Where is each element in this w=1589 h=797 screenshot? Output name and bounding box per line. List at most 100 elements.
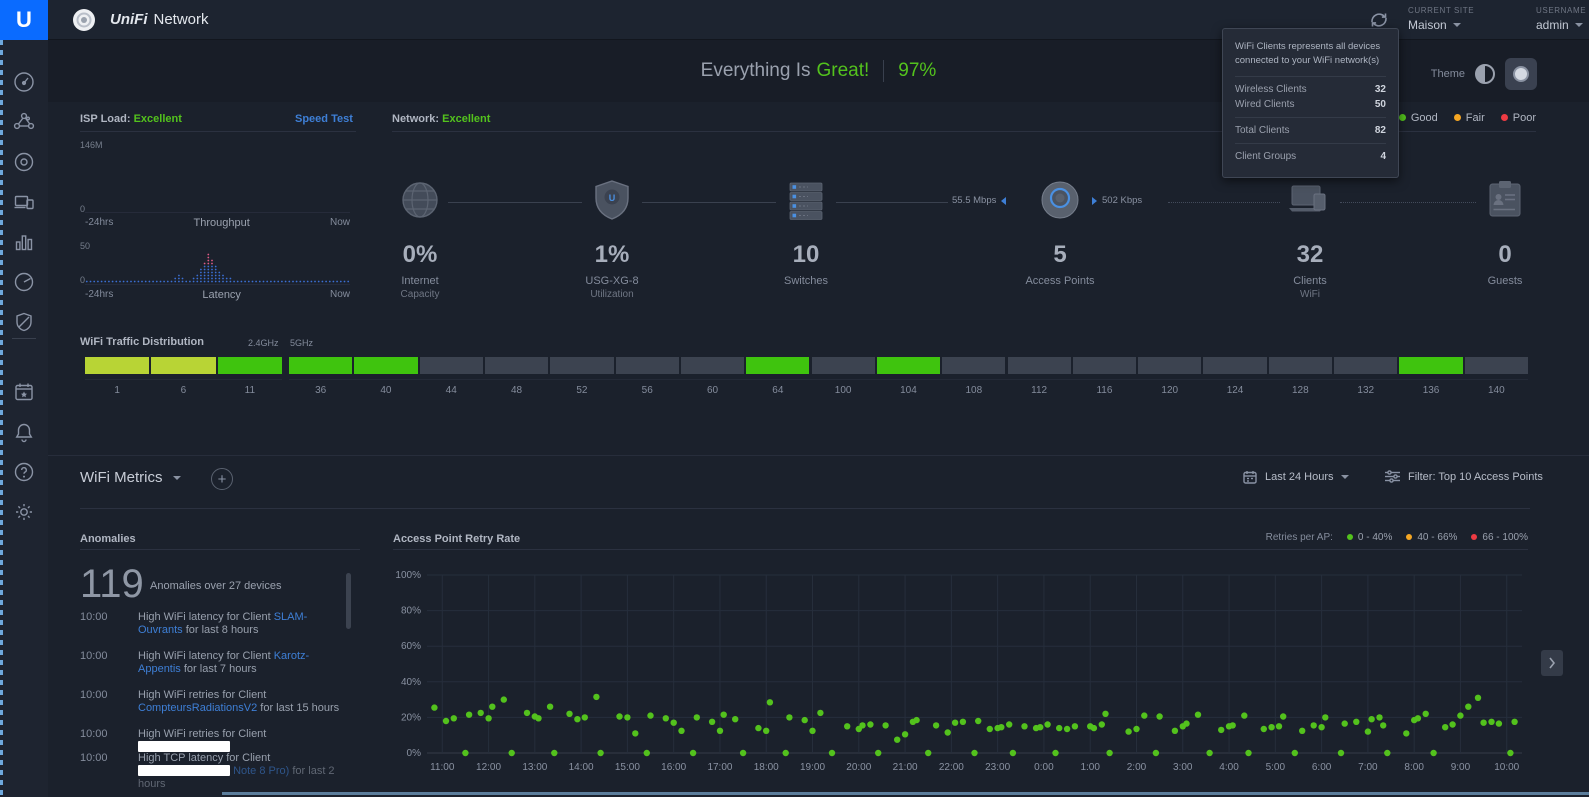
device-node-switches[interactable]: 10Switches: [736, 178, 876, 287]
legend-item-good: Good: [1399, 112, 1438, 124]
band-24ghz-label: 2.4GHz: [248, 338, 279, 348]
wan-download-speed: 55.5 Mbps: [952, 195, 1006, 206]
sidebar-item-insights[interactable]: [10, 268, 38, 296]
svg-text:11:00: 11:00: [430, 762, 455, 773]
username-label: USERNAME: [1536, 6, 1586, 15]
statistics-icon: [12, 230, 36, 254]
channel-60-label: 60: [681, 385, 744, 396]
ubiquiti-logo[interactable]: U: [0, 0, 48, 40]
channel-132-segment[interactable]: [1334, 357, 1397, 374]
svg-text:20%: 20%: [401, 712, 421, 723]
channel-56-segment[interactable]: [616, 357, 679, 374]
connector-dotted-line: [1168, 202, 1280, 203]
anomaly-text: High WiFi latency for Client Karotz-Appe…: [138, 650, 346, 676]
redacted-client-name: [138, 741, 230, 752]
channel-11-segment[interactable]: [218, 357, 282, 374]
channel-64-segment[interactable]: [746, 357, 809, 374]
site-selector[interactable]: CURRENT SITE Maison: [1408, 6, 1474, 32]
channel-48-segment[interactable]: [485, 357, 548, 374]
svg-text:10:00: 10:00: [1494, 762, 1519, 773]
wifi-metrics-dropdown[interactable]: WiFi Metrics: [80, 469, 181, 486]
latency-mini-chart: [85, 247, 350, 284]
alerts-icon: [12, 420, 36, 444]
channel-52-segment[interactable]: [550, 357, 613, 374]
channel-128-segment[interactable]: [1269, 357, 1332, 374]
client-link[interactable]: CompteursRadiationsV2: [138, 702, 257, 714]
chevron-down-icon: [1453, 23, 1461, 27]
svg-text:80%: 80%: [401, 606, 421, 617]
sidebar-item-topology[interactable]: [10, 108, 38, 136]
channel-124-segment[interactable]: [1203, 357, 1266, 374]
svg-text:0:00: 0:00: [1034, 762, 1054, 773]
device-value: 1%: [542, 241, 682, 269]
channel-40-label: 40: [354, 385, 417, 396]
svg-text:60%: 60%: [401, 641, 421, 652]
sidebar-item-dashboard[interactable]: [10, 68, 38, 96]
calendar-icon: [1243, 470, 1257, 484]
device-label: Guests: [1435, 275, 1575, 287]
channel-104-segment[interactable]: [877, 357, 940, 374]
connector-line: [836, 202, 948, 203]
channel-36-label: 36: [289, 385, 352, 396]
sidebar-item-settings[interactable]: [10, 498, 38, 526]
device-value: 10: [736, 241, 876, 269]
channel-40-segment[interactable]: [354, 357, 417, 374]
channel-136-segment[interactable]: [1399, 357, 1462, 374]
channel-116-segment[interactable]: [1073, 357, 1136, 374]
chevron-down-icon: [173, 476, 181, 480]
speed-test-link[interactable]: Speed Test: [295, 113, 353, 125]
dark-theme-icon[interactable]: [1505, 58, 1537, 90]
unifi-ap-logo-icon: [72, 8, 96, 32]
client-link[interactable]: Karotz-Appentis: [138, 650, 309, 675]
app-title: UniFiNetwork: [110, 11, 209, 28]
channel-1-segment[interactable]: [85, 357, 149, 374]
user-selector[interactable]: USERNAME admin: [1536, 6, 1586, 32]
sidebar-item-statistics[interactable]: [10, 228, 38, 256]
sidebar-item-devices[interactable]: [10, 148, 38, 176]
anomaly-time: 10:00: [80, 650, 108, 663]
device-value: 0: [1435, 241, 1575, 269]
client-link[interactable]: Note 8 Pro): [233, 765, 289, 777]
chart-next-button[interactable]: [1541, 650, 1563, 676]
device-node-guests[interactable]: 0 Guests: [1435, 178, 1575, 287]
svg-text:20:00: 20:00: [846, 762, 871, 773]
device-node-usg-xg-8[interactable]: U1%USG-XG-8Utilization: [542, 178, 682, 300]
channel-44-segment[interactable]: [420, 357, 483, 374]
divider: [80, 549, 360, 550]
sidebar-item-help[interactable]: [10, 458, 38, 486]
divider: [393, 549, 1528, 550]
device-node-clients[interactable]: 32ClientsWiFi: [1240, 178, 1380, 300]
client-link[interactable]: SLAM-Ouvrants: [138, 611, 307, 636]
connector-line: [642, 202, 776, 203]
channel-60-segment[interactable]: [681, 357, 744, 374]
channel-112-segment[interactable]: [1008, 357, 1071, 374]
light-theme-icon[interactable]: [1475, 64, 1495, 84]
channel-108-segment[interactable]: [942, 357, 1005, 374]
channel-120-segment[interactable]: [1138, 357, 1201, 374]
divider: [883, 60, 884, 82]
tooltip-description: WiFi Clients represents all devices conn…: [1235, 40, 1386, 69]
sidebar-item-alerts[interactable]: [10, 418, 38, 446]
health-status-value: Great!: [816, 60, 869, 82]
retry-rate-chart: 0%20%40%60%80%100%11:0012:0013:0014:0015…: [393, 565, 1533, 777]
sidebar-item-security[interactable]: [10, 308, 38, 336]
legend-dot-icon: [1347, 534, 1353, 540]
sidebar-item-clients[interactable]: [10, 188, 38, 216]
anomalies-summary: Anomalies over 27 devices: [150, 580, 281, 592]
channel-140-segment[interactable]: [1465, 357, 1528, 374]
redacted-client-name: [138, 765, 230, 776]
latency-title: Latency: [202, 289, 241, 301]
time-range-selector[interactable]: Last 24 Hours: [1243, 470, 1349, 484]
channel-36-segment[interactable]: [289, 357, 352, 374]
globe-icon: [398, 178, 442, 222]
scrollbar[interactable]: [346, 573, 351, 629]
filter-selector[interactable]: Filter: Top 10 Access Points: [1385, 470, 1543, 483]
legend-dot-icon: [1399, 114, 1406, 121]
device-sublabel: WiFi: [1240, 289, 1380, 300]
add-widget-button[interactable]: +: [211, 468, 233, 490]
svg-text:0%: 0%: [407, 748, 422, 759]
svg-text:4:00: 4:00: [1219, 762, 1239, 773]
channel-100-segment[interactable]: [812, 357, 875, 374]
channel-6-segment[interactable]: [151, 357, 215, 374]
device-node-internet[interactable]: 0%InternetCapacity: [350, 178, 490, 300]
